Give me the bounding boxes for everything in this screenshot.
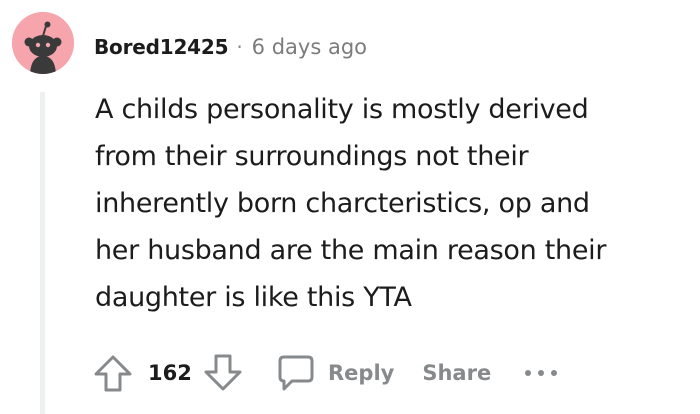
vote-score: 162 [148, 361, 192, 385]
comment-actions: 162 Reply Share [88, 348, 559, 398]
comment-body: A childs personality is mostly derived f… [95, 86, 695, 321]
downvote-button[interactable] [198, 348, 248, 398]
comment-body-line: daughter is like this YTA [95, 282, 412, 313]
meta-separator: · [236, 35, 243, 59]
reply-label: Reply [328, 361, 395, 385]
comment-body-line: her husband are the main reason their [95, 235, 607, 266]
comment-bubble-icon [278, 355, 314, 391]
thread-line[interactable] [40, 92, 45, 414]
more-dots-icon [525, 370, 558, 376]
upvote-button[interactable] [88, 348, 138, 398]
upvote-arrow-icon [94, 355, 132, 392]
comment-body-line: A childs personality is mostly derived [95, 94, 589, 125]
share-button[interactable]: Share [422, 361, 491, 385]
comment-meta: Bored12425 · 6 days ago [94, 32, 367, 62]
comment: Bored12425 · 6 days ago A childs persona… [0, 0, 700, 414]
timestamp[interactable]: 6 days ago [252, 35, 367, 59]
downvote-arrow-icon [204, 354, 242, 391]
reply-button[interactable]: Reply [276, 353, 394, 393]
comment-body-line: from their surroundings not their [95, 141, 529, 172]
username-link[interactable]: Bored12425 [94, 35, 229, 59]
more-options-button[interactable] [523, 348, 559, 398]
snoo-avatar-icon[interactable] [12, 12, 74, 74]
comment-body-line: inherently born charcteristics, op and [95, 188, 590, 219]
